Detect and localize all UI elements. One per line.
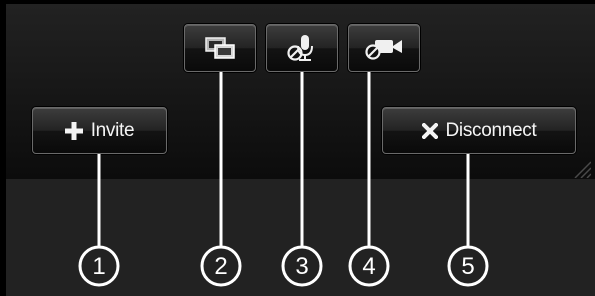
disconnect-button[interactable]: Disconnect bbox=[382, 107, 576, 154]
screen-share-icon bbox=[205, 37, 235, 59]
resize-grip-icon[interactable] bbox=[569, 160, 591, 178]
invite-button[interactable]: Invite bbox=[32, 107, 167, 154]
lower-panel bbox=[6, 179, 595, 296]
call-controls-screen: Invite Disconnect 1 2 3 4 5 bbox=[0, 0, 595, 296]
mute-microphone-button[interactable] bbox=[266, 24, 338, 72]
screen-share-button[interactable] bbox=[184, 24, 256, 72]
video-off-button[interactable] bbox=[348, 24, 420, 72]
close-icon bbox=[421, 122, 438, 139]
invite-label: Invite bbox=[90, 119, 135, 141]
plus-icon bbox=[64, 121, 83, 140]
disconnect-label: Disconnect bbox=[445, 119, 537, 141]
camera-off-icon bbox=[365, 36, 403, 60]
microphone-muted-icon bbox=[286, 34, 318, 62]
